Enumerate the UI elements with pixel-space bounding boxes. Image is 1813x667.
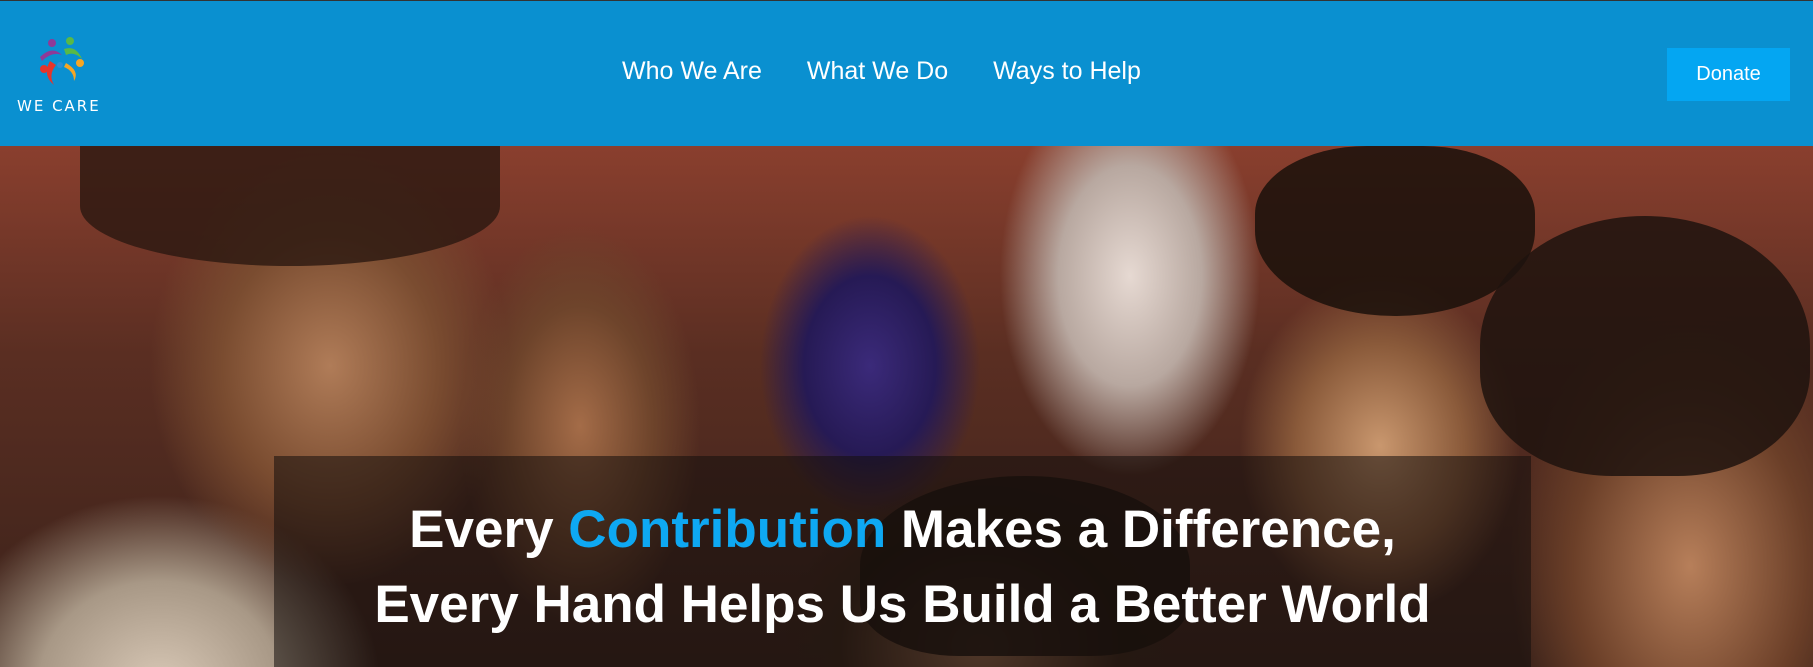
main-nav: Who We Are What We Do Ways to Help [622, 57, 1186, 86]
nav-item-ways-to-help[interactable]: Ways to Help [993, 57, 1141, 86]
hero-photo-detail [80, 146, 500, 266]
people-circle-logo-icon [40, 37, 84, 85]
hero-photo-detail [1255, 146, 1535, 316]
hero-headline-accent: Contribution [568, 500, 887, 559]
site-header: WE CARE Who We Are What We Do Ways to He… [0, 0, 1813, 146]
hero-headline-line2: Every Hand Helps Us Build a Better World [374, 575, 1431, 634]
hero-image: Every Contribution Makes a Difference, E… [0, 146, 1813, 667]
hero-caption-box: Every Contribution Makes a Difference, E… [274, 456, 1531, 667]
logo-text: WE CARE [17, 97, 101, 115]
hero-headline-part: Every [409, 500, 569, 559]
hero-headline: Every Contribution Makes a Difference, E… [274, 492, 1531, 642]
logo[interactable]: WE CARE [14, 35, 110, 115]
hero-photo-detail [1480, 216, 1810, 476]
nav-item-who-we-are[interactable]: Who We Are [622, 57, 762, 86]
donate-button[interactable]: Donate [1667, 48, 1790, 101]
hero-headline-line1: Every Contribution Makes a Difference, [274, 492, 1531, 567]
hero-headline-part: Makes a Difference, [886, 500, 1396, 559]
nav-item-what-we-do[interactable]: What We Do [807, 57, 948, 86]
